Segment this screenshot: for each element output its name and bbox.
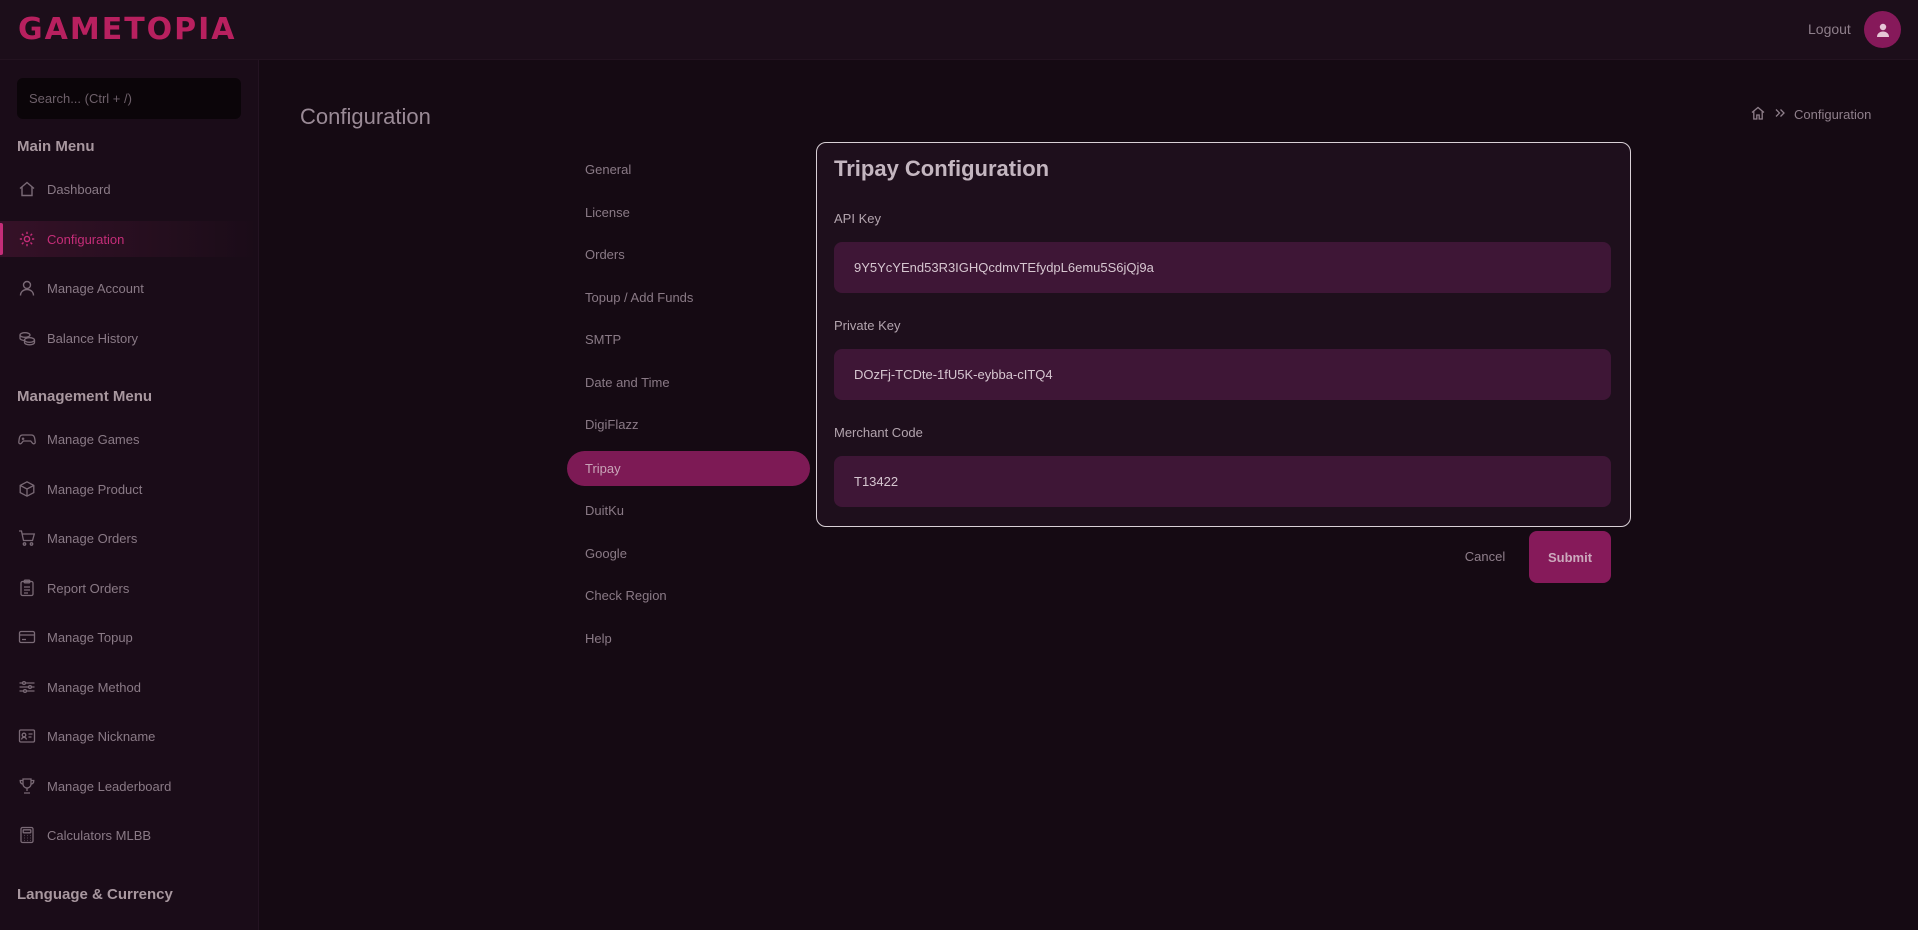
gear-icon [17,229,37,249]
sidebar-item-manage-orders[interactable]: Manage Orders [0,520,259,556]
sidebar-item-label: Manage Leaderboard [47,778,172,794]
config-tab-general[interactable]: General [567,152,810,187]
user-icon [1876,23,1889,37]
config-tab-google[interactable]: Google [567,536,810,571]
page-title: Configuration [300,104,431,129]
sidebar-item-label: Report Orders [47,580,130,596]
sidebar-item-dashboard[interactable]: Dashboard [0,171,259,207]
config-tab-topup[interactable]: Topup / Add Funds [567,280,810,315]
sidebar-item-manage-topup[interactable]: Manage Topup [0,619,259,655]
sidebar-item-label: Calculators MLBB [47,827,152,843]
main-menu-title: Main Menu [17,138,95,155]
sidebar: Main Menu Dashboard Configuration Manage… [0,60,259,930]
config-tab-tripay[interactable]: Tripay [567,451,810,486]
sidebar-item-report-orders[interactable]: Report Orders [0,570,259,606]
cart-icon [17,528,37,548]
breadcrumb-current: Configuration [1794,107,1872,122]
config-tab-orders[interactable]: Orders [567,237,810,272]
sidebar-item-label: Manage Product [47,481,143,497]
sidebar-item-label: Manage Account [47,280,144,296]
sidebar-item-manage-leaderboard[interactable]: Manage Leaderboard [0,768,259,804]
sidebar-item-label: Dashboard [47,181,111,197]
cancel-button[interactable]: Cancel [1450,542,1520,570]
sliders-icon [17,677,37,697]
home-icon [17,179,37,199]
sidebar-item-manage-product[interactable]: Manage Product [0,471,259,507]
id-card-icon [17,726,37,746]
management-menu-title: Management Menu [17,388,153,405]
private-key-label: Private Key [834,318,901,333]
submit-button[interactable]: Submit [1529,531,1611,583]
merchant-code-label: Merchant Code [834,425,923,440]
top-bar: GAMETOPIA Logout [0,0,1918,60]
config-tab-digiflazz[interactable]: DigiFlazz [567,407,810,442]
merchant-code-field[interactable] [834,456,1611,507]
sidebar-item-label: Manage Orders [47,530,138,546]
private-key-field[interactable] [834,349,1611,400]
calculator-icon [17,825,37,845]
sidebar-item-balance-history[interactable]: Balance History [0,320,259,356]
clipboard-icon [17,578,37,598]
config-tab-help[interactable]: Help [567,621,810,656]
sidebar-item-label: Manage Nickname [47,728,156,744]
sidebar-item-manage-games[interactable]: Manage Games [0,421,259,457]
sidebar-item-manage-nickname[interactable]: Manage Nickname [0,718,259,754]
api-key-field[interactable] [834,242,1611,293]
sidebar-item-label: Manage Method [47,679,141,695]
gamepad-icon [17,429,37,449]
sidebar-item-calculators-mlbb[interactable]: Calculators MLBB [0,817,259,853]
tripay-config-card: Tripay Configuration API Key Private Key… [816,142,1631,527]
breadcrumb: Configuration [1750,105,1871,124]
brand-logo[interactable]: GAMETOPIA [18,12,237,47]
sidebar-item-label: Manage Games [47,431,140,447]
config-tab-license[interactable]: License [567,195,810,230]
sidebar-item-configuration[interactable]: Configuration [0,221,259,257]
sidebar-item-label: Balance History [47,330,139,346]
user-icon [17,278,37,298]
home-icon[interactable] [1750,105,1766,124]
trophy-icon [17,776,37,796]
sidebar-item-manage-method[interactable]: Manage Method [0,669,259,705]
language-currency-title: Language & Currency [17,886,173,903]
coins-icon [17,328,37,348]
sidebar-item-label: Manage Topup [47,629,133,645]
config-tab-date-time[interactable]: Date and Time [567,365,810,400]
config-tab-duitku[interactable]: DuitKu [567,493,810,528]
config-tab-smtp[interactable]: SMTP [567,322,810,357]
box-icon [17,479,37,499]
card-title: Tripay Configuration [834,156,1050,181]
config-tab-check-region[interactable]: Check Region [567,578,810,613]
double-chevron-right-icon [1774,107,1786,122]
sidebar-item-label: Configuration [47,231,125,247]
user-avatar[interactable] [1864,11,1901,48]
card-icon [17,627,37,647]
search-input[interactable] [17,78,241,119]
logout-link[interactable]: Logout [1808,21,1851,37]
api-key-label: API Key [834,211,881,226]
sidebar-item-manage-account[interactable]: Manage Account [0,270,259,306]
